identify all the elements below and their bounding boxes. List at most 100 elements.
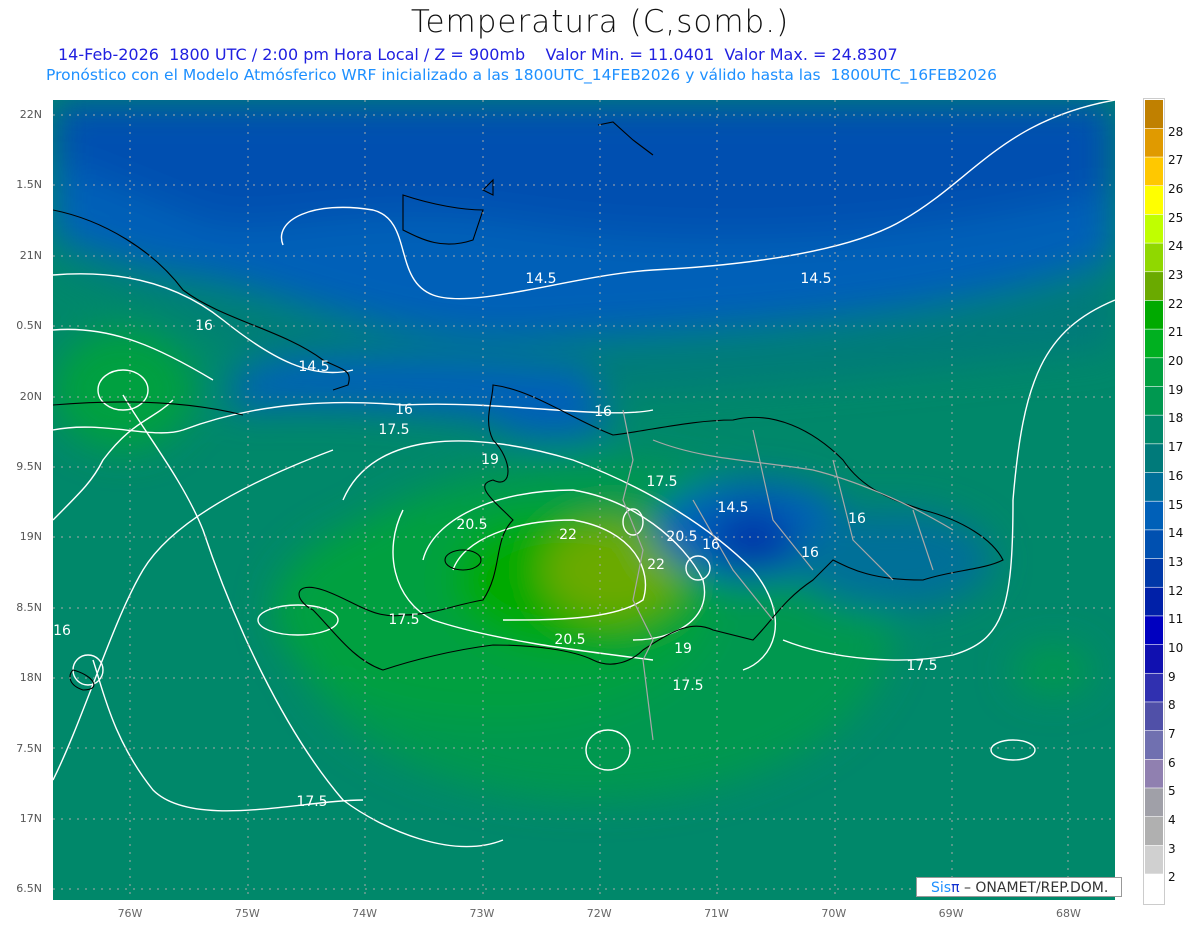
colorbar-label: 22 xyxy=(1168,296,1184,311)
contour-label: 19 xyxy=(481,452,499,468)
contour-label: 17.5 xyxy=(296,794,328,810)
colorbar-swatch xyxy=(1145,673,1163,702)
logo-pi: π xyxy=(951,880,960,896)
forecast-info-line: Pronóstico con el Modelo Atmósferico WRF… xyxy=(46,66,997,84)
colorbar-swatch xyxy=(1145,616,1163,645)
colorbar-swatch xyxy=(1145,788,1163,817)
colorbar-swatch xyxy=(1145,702,1163,731)
logo-sis: Sis xyxy=(931,880,952,896)
contour-label: 20.5 xyxy=(666,529,698,545)
contour-label: 20.5 xyxy=(456,517,488,533)
lat-tick-label: 7.5N xyxy=(16,741,42,755)
contour-label: 14.5 xyxy=(717,500,749,516)
lon-tick-label: 76W xyxy=(117,907,143,920)
contour-label: 17.5 xyxy=(388,612,420,628)
colorbar-label: 15 xyxy=(1168,497,1184,512)
colorbar-label: 26 xyxy=(1168,182,1184,197)
contour-label: 16 xyxy=(702,537,720,553)
contour-label: 16 xyxy=(801,545,819,561)
colorbar-swatch xyxy=(1145,444,1163,473)
contour-label: 16 xyxy=(848,511,866,527)
contour-label: 16 xyxy=(53,623,71,639)
colorbar-swatch xyxy=(1145,472,1163,501)
contour-label: 22 xyxy=(559,527,577,543)
lon-tick-label: 71W xyxy=(704,907,729,920)
colorbar-label: 25 xyxy=(1168,210,1184,225)
lon-tick-label: 68W xyxy=(1055,907,1081,920)
colorbar-swatch xyxy=(1145,214,1163,243)
contour-label: 17.5 xyxy=(646,474,678,490)
lon-tick-label: 72W xyxy=(586,907,612,920)
colorbar-label: 7 xyxy=(1168,726,1176,741)
colorbar-label: 5 xyxy=(1168,784,1176,799)
lat-tick-label: 18N xyxy=(19,671,42,685)
colorbar-swatch xyxy=(1145,530,1163,559)
contour-label: 16 xyxy=(395,402,413,418)
colorbar-swatch xyxy=(1145,816,1163,846)
colorbar-swatch xyxy=(1145,587,1163,616)
lat-tick-label: 22N xyxy=(19,108,42,121)
colorbar-swatch xyxy=(1145,874,1163,903)
colorbar-swatch xyxy=(1145,329,1163,358)
lon-tick-label: 74W xyxy=(352,907,378,920)
colorbar-swatch xyxy=(1145,186,1163,215)
colorbar-label: 6 xyxy=(1168,755,1176,770)
lat-tick-label: 9.5N xyxy=(16,460,42,473)
colorbar-label: 12 xyxy=(1168,583,1184,598)
lon-tick-label: 70W xyxy=(821,907,847,920)
colorbar-label: 28 xyxy=(1168,124,1184,139)
colorbar-label: 13 xyxy=(1168,554,1184,569)
colorbar-label: 11 xyxy=(1168,612,1184,627)
colorbar-label: 8 xyxy=(1168,698,1176,713)
colorbar-label: 4 xyxy=(1168,812,1176,827)
colorbar-swatch xyxy=(1145,272,1163,301)
colorbar-label: 24 xyxy=(1168,239,1184,254)
colorbar-label: 19 xyxy=(1168,382,1184,397)
colorbar-swatch xyxy=(1145,300,1163,329)
colorbar-swatch xyxy=(1145,644,1163,673)
colorbar-swatch xyxy=(1145,157,1163,186)
contour-label: 20.5 xyxy=(554,632,586,648)
colorbar-swatch xyxy=(1145,358,1163,387)
colorbar-label: 23 xyxy=(1168,268,1184,283)
colorbar-label: 14 xyxy=(1168,526,1184,541)
colorbar-label: 27 xyxy=(1168,153,1184,168)
colorbar-swatch xyxy=(1145,243,1163,272)
lon-tick-label: 69W xyxy=(938,907,964,920)
contour-label: 17.5 xyxy=(672,678,704,694)
onamet-credit: Sisπ – ONAMET/REP.DOM. xyxy=(916,877,1122,897)
colorbar-swatch xyxy=(1145,759,1163,788)
contour-label: 16 xyxy=(195,318,213,334)
contour-label: 16 xyxy=(594,404,612,420)
colorbar-swatch xyxy=(1145,730,1163,760)
contour-label: 14.5 xyxy=(800,271,832,287)
contour-label: 22 xyxy=(647,557,665,573)
colorbar-label: 20 xyxy=(1168,354,1184,369)
colorbar-swatch xyxy=(1145,415,1163,444)
lon-tick-label: 75W xyxy=(234,907,260,920)
colorbar-swatch xyxy=(1145,128,1163,157)
lat-tick-label: 21N xyxy=(19,248,42,262)
colorbar-label: 9 xyxy=(1168,669,1176,684)
lat-tick-label: 8.5N xyxy=(16,600,42,614)
colorbar-label: 17 xyxy=(1168,440,1184,455)
colorbar-label: 18 xyxy=(1168,411,1184,426)
colorbar xyxy=(1143,98,1165,905)
colorbar-label: 2 xyxy=(1168,870,1176,885)
colorbar-swatch xyxy=(1145,386,1163,415)
lat-tick-label: 20N xyxy=(19,389,42,403)
colorbar-label: 21 xyxy=(1168,325,1184,340)
colorbar-label: 10 xyxy=(1168,640,1184,655)
contour-label: 17.5 xyxy=(906,658,938,674)
contour-label: 17.5 xyxy=(378,422,410,438)
colorbar-label: 3 xyxy=(1168,841,1176,856)
contour-label: 14.5 xyxy=(298,359,330,375)
map-title: Temperatura (C,somb.) xyxy=(410,4,790,40)
lat-tick-label: 17N xyxy=(19,812,42,825)
lat-tick-label: 1.5N xyxy=(16,178,42,192)
colorbar-swatch xyxy=(1145,845,1163,874)
lat-tick-label: 19N xyxy=(19,530,42,544)
temperature-map xyxy=(53,100,1115,900)
contour-label: 14.5 xyxy=(525,271,557,287)
contour-label: 19 xyxy=(674,641,692,657)
